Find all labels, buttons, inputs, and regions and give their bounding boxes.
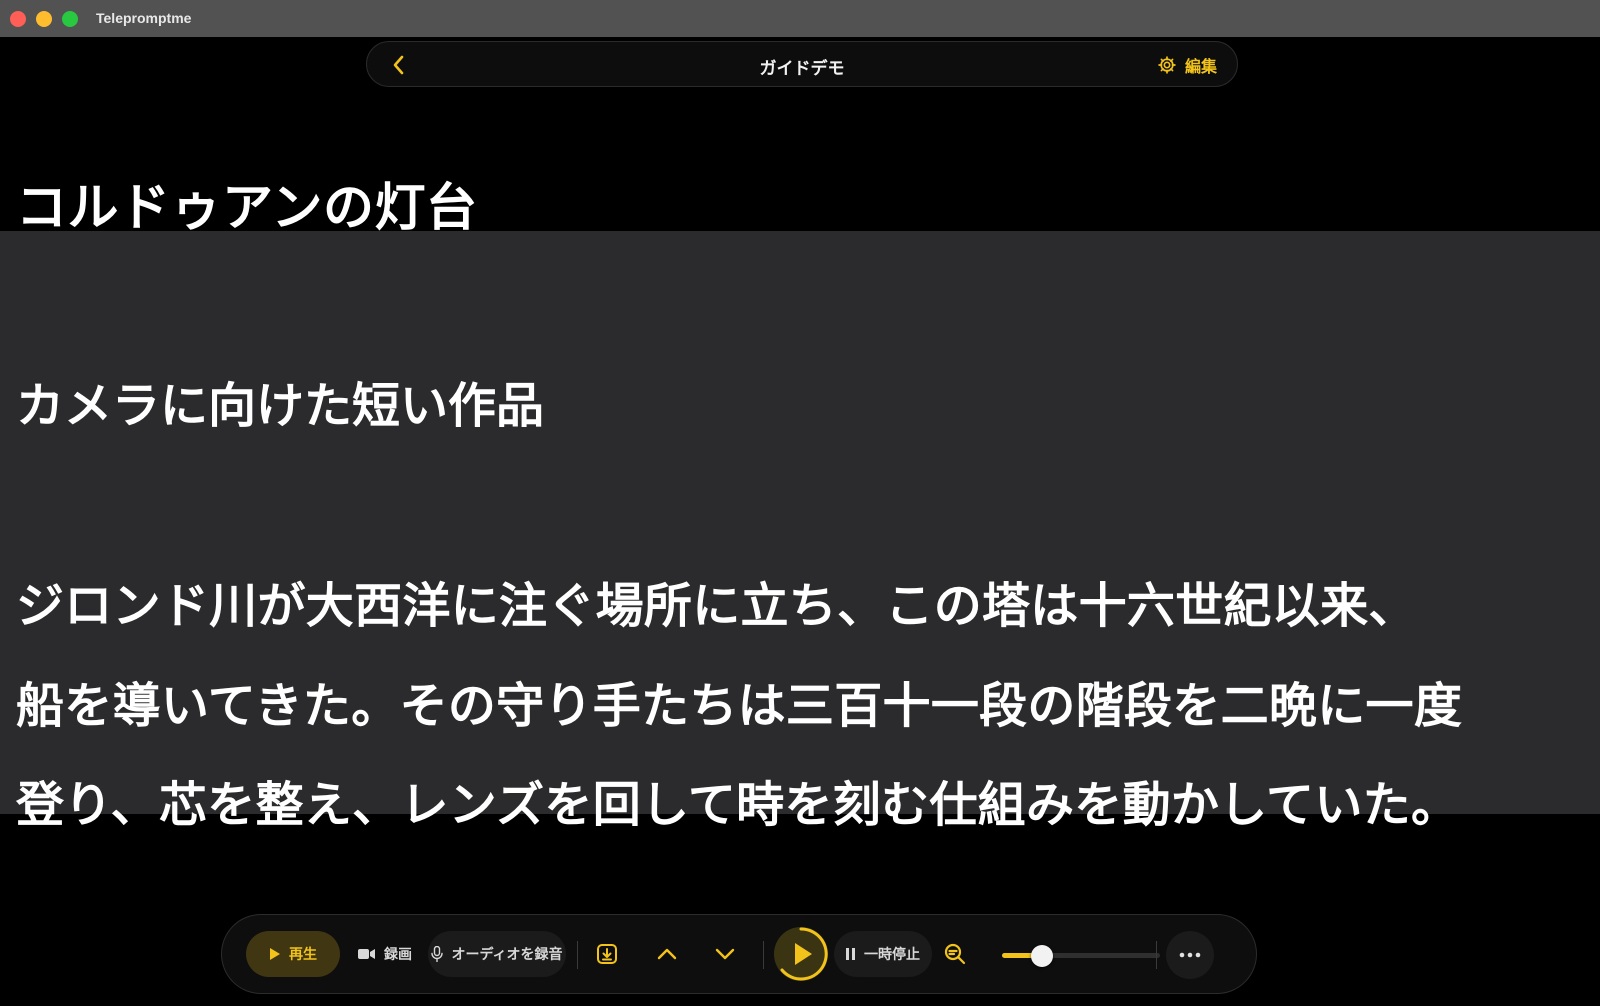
download-button[interactable] (586, 933, 628, 975)
pause-label: 一時停止 (864, 947, 920, 963)
app-title: Telepromptme (96, 10, 192, 26)
document-header: ガイドデモ 編集 (366, 41, 1238, 87)
script-line: 登り、芯を整え、レンズを回して時を刻む仕組みを動かしていた。 (16, 777, 1460, 833)
scroll-down-button[interactable] (704, 933, 746, 975)
divider (577, 941, 578, 969)
chevron-left-icon (393, 55, 404, 75)
download-icon (597, 944, 617, 964)
pause-button[interactable]: 一時停止 (834, 931, 932, 977)
more-icon (1179, 952, 1201, 958)
record-video-button[interactable]: 録画 (344, 931, 426, 977)
more-options-button[interactable] (1166, 931, 1214, 979)
zoom-out-button[interactable] (934, 933, 976, 975)
window-titlebar: Telepromptme (0, 0, 1600, 37)
close-window-button[interactable] (10, 11, 26, 27)
video-camera-icon (358, 949, 375, 959)
play-label: 再生 (289, 947, 317, 963)
start-prompter-button[interactable] (774, 927, 828, 981)
script-line: 船を導いてきた。その守り手たちは三百十一段の階段を二晩に一度 (16, 678, 1463, 734)
microphone-icon (431, 946, 444, 962)
play-icon (270, 948, 280, 960)
document-title: ガイドデモ (759, 59, 845, 79)
chevron-down-icon (715, 948, 735, 960)
zoom-out-icon (944, 943, 966, 965)
script-title: コルドゥアンの灯台 (16, 179, 478, 238)
scroll-up-button[interactable] (646, 933, 688, 975)
speed-slider-handle[interactable] (1031, 945, 1053, 967)
back-button[interactable] (385, 51, 413, 79)
record-video-label: 録画 (384, 947, 412, 963)
gear-icon (1158, 56, 1176, 74)
minimize-window-button[interactable] (36, 11, 52, 27)
playback-controls: 再生 録画 オーディオを録音 一時停止 (221, 914, 1257, 994)
script-line: ジロンド川が大西洋に注ぐ場所に立ち、この塔は十六世紀以来、 (16, 578, 1417, 634)
divider (763, 941, 764, 969)
record-audio-button[interactable]: オーディオを録音 (428, 931, 566, 977)
divider (1156, 941, 1157, 969)
edit-button[interactable]: 編集 (1157, 52, 1217, 78)
speed-slider[interactable] (1002, 945, 1160, 967)
play-icon (780, 927, 828, 981)
script-subtitle: カメラに向けた短い作品 (16, 378, 545, 434)
record-audio-label: オーディオを録音 (451, 947, 563, 963)
play-button[interactable]: 再生 (246, 931, 340, 977)
chevron-up-icon (657, 948, 677, 960)
pause-icon (846, 948, 855, 960)
zoom-window-button[interactable] (62, 11, 78, 27)
edit-label: 編集 (1184, 57, 1217, 76)
